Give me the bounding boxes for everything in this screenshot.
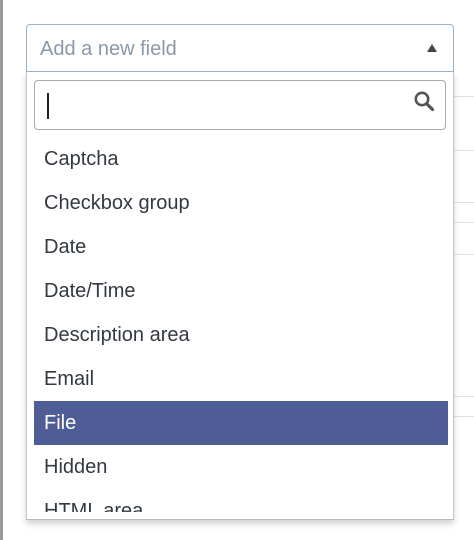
field-type-dropdown: Captcha Checkbox group Date Date/Time Descri… [26,72,454,520]
text-cursor [47,93,49,119]
search-icon [414,91,435,112]
add-field-select[interactable]: Add a new field [26,24,454,72]
option-file[interactable]: File [34,401,448,445]
option-email[interactable]: Email [34,357,448,401]
option-checkbox-group[interactable]: Checkbox group [34,181,448,225]
dropdown-search-input[interactable] [34,80,446,130]
field-type-options: Captcha Checkbox group Date Date/Time Descri… [34,137,448,512]
option-description-area[interactable]: Description area [34,313,448,357]
option-date[interactable]: Date [34,225,448,269]
option-captcha[interactable]: Captcha [34,137,448,181]
option-date-time[interactable]: Date/Time [34,269,448,313]
option-hidden[interactable]: Hidden [34,445,448,489]
option-html-area[interactable]: HTML area [34,489,448,512]
page-left-border [0,0,3,540]
add-field-placeholder: Add a new field [40,38,177,60]
caret-up-icon[interactable] [427,44,437,52]
